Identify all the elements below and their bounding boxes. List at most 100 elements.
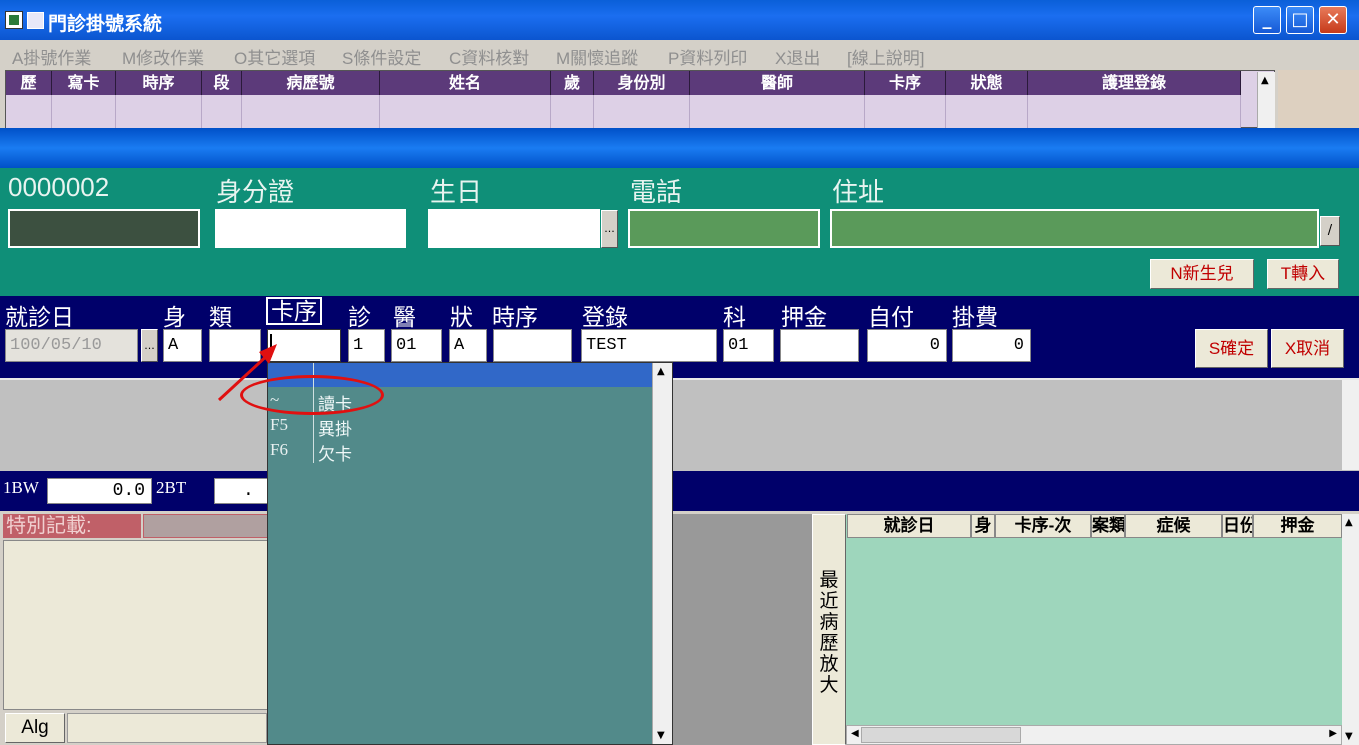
blank-panel [672,514,812,745]
grid-cell[interactable] [946,95,1028,129]
phone-label: 電話 [630,177,683,207]
dropdown-item-key[interactable]: F5 [270,415,288,435]
deposit-field[interactable] [780,329,859,362]
confirm-button[interactable]: S確定 [1195,329,1268,368]
cancel-button[interactable]: X取消 [1271,329,1344,368]
phone-field[interactable] [628,209,820,248]
hist-col-symptom[interactable]: 症候 [1125,514,1222,538]
menu-data-check[interactable]: C資料核對 [449,44,529,69]
clinic-field[interactable]: 1 [348,329,385,362]
id-field[interactable] [215,209,406,248]
grid-cell[interactable] [690,95,865,129]
history-zoom-label: 最近病歷放大 [819,570,839,696]
grid-cell[interactable] [6,95,52,129]
hist-col-case-type[interactable]: 案類 [1091,514,1125,538]
notes-area[interactable] [0,378,1359,471]
grid-cell[interactable] [242,95,380,129]
dropdown-scrollbar[interactable]: ▲ ▼ [652,363,672,744]
login-field[interactable]: TEST [581,329,717,362]
hist-col-deposit[interactable]: 押金 [1253,514,1342,538]
col-nursing-login[interactable]: 護理登錄 [1028,71,1241,95]
col-identity[interactable]: 身份別 [594,71,690,95]
menu-modify[interactable]: M修改作業 [122,44,204,69]
col-name[interactable]: 姓名 [380,71,551,95]
self-pay-field[interactable]: 0 [867,329,947,362]
hist-col-date[interactable]: 就診日 [847,514,971,538]
dropdown-item-abnormal-reg[interactable]: 異掛 [318,415,352,440]
menu-exit[interactable]: X退出 [775,44,820,69]
dept-field[interactable]: 01 [723,329,774,362]
grid-cell[interactable] [52,95,116,129]
scroll-thumb[interactable] [861,727,1021,743]
hist-col-identity[interactable]: 身 [971,514,995,538]
status-label: 狀 [450,304,473,330]
name-field[interactable] [8,209,200,248]
special-notes-field[interactable] [143,514,269,538]
address-field[interactable] [830,209,1319,248]
menu-care-tracking[interactable]: M關懷追蹤 [556,44,638,69]
scroll-up-icon[interactable]: ▲ [1261,75,1269,86]
grid-cell[interactable] [202,95,242,129]
grid-cell[interactable] [1028,95,1241,129]
dropdown-item-key[interactable]: F6 [270,440,288,460]
grid-scrollbar[interactable]: ▲ [1257,72,1275,128]
scroll-left-icon[interactable]: ◀ [851,728,859,739]
hist-col-card-seq[interactable]: 卡序-次 [995,514,1091,538]
clinic-label: 診 [348,304,371,330]
time-seq-field[interactable] [493,329,572,362]
grid-cell[interactable] [380,95,551,129]
col-chart-no[interactable]: 病歷號 [242,71,380,95]
menu-other-options[interactable]: O其它選項 [234,44,315,69]
menu-registration[interactable]: A掛號作業 [12,44,91,69]
scroll-down-icon[interactable]: ▼ [1345,731,1353,742]
scroll-right-icon[interactable]: ▶ [1329,728,1337,739]
scroll-down-icon[interactable]: ▼ [657,730,665,741]
grid-cell[interactable] [865,95,946,129]
col-history[interactable]: 歷 [6,71,52,95]
special-notes-label: 特別記載: [3,514,141,538]
maximize-button[interactable]: □ [1286,6,1314,34]
col-card-seq[interactable]: 卡序 [865,71,946,95]
scroll-up-icon[interactable]: ▲ [657,366,665,377]
menu-condition-settings[interactable]: S條件設定 [342,44,421,69]
history-grid[interactable] [846,514,1359,745]
dropdown-item-owe-card[interactable]: 欠卡 [318,440,352,465]
transfer-button[interactable]: T轉入 [1267,259,1339,289]
birthday-field[interactable] [428,209,600,248]
visit-date-field[interactable]: 100/05/10 [5,329,138,362]
card-seq-label: 卡序 [266,297,322,325]
col-period[interactable]: 段 [202,71,242,95]
col-doctor[interactable]: 醫師 [690,71,865,95]
notes-scrollbar[interactable] [1342,380,1359,470]
allergy-field[interactable] [67,713,267,743]
fee-field[interactable]: 0 [952,329,1031,362]
visit-date-picker-button[interactable]: ... [141,329,158,362]
time-seq-label: 時序 [492,304,538,330]
history-vscrollbar[interactable]: ▲ ▼ [1342,514,1359,745]
hist-col-days[interactable]: 日份 [1222,514,1253,538]
doctor-field[interactable]: 01 [391,329,442,362]
menu-online-help[interactable]: [線上說明] [847,44,924,69]
allergy-button[interactable]: Alg [5,713,65,743]
close-button[interactable]: ✕ [1319,6,1347,34]
identity-field[interactable]: A [163,329,202,362]
grid-cell[interactable] [116,95,202,129]
col-age[interactable]: 歲 [551,71,594,95]
bt-field[interactable]: . [214,478,270,504]
history-hscrollbar[interactable]: ◀ ▶ [846,725,1342,745]
birthday-picker-button[interactable]: ... [601,210,618,248]
address-slash-button[interactable]: / [1320,216,1340,246]
col-write-card[interactable]: 寫卡 [52,71,116,95]
newborn-button[interactable]: N新生兒 [1150,259,1254,289]
status-field[interactable]: A [449,329,487,362]
menu-print[interactable]: P資料列印 [668,44,747,69]
scroll-up-icon[interactable]: ▲ [1345,517,1353,528]
grid-cell[interactable] [551,95,594,129]
minimize-button[interactable]: _ [1253,6,1281,34]
doctor-label: 醫 [393,304,416,330]
col-time-seq[interactable]: 時序 [116,71,202,95]
bw-field[interactable]: 0.0 [47,478,152,504]
col-status[interactable]: 狀態 [946,71,1028,95]
grid-cell[interactable] [594,95,690,129]
special-notes-text[interactable] [3,540,268,710]
